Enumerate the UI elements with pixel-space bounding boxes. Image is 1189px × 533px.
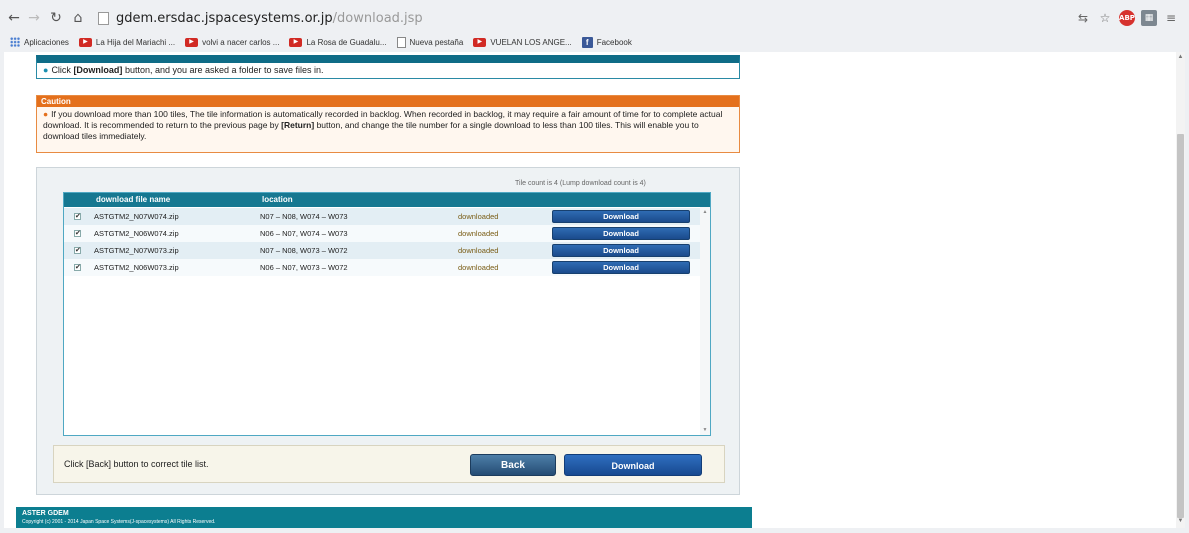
action-bar: Click [Back] button to correct tile list… [53, 445, 725, 483]
bookmark-apps[interactable]: Aplicaciones [10, 37, 69, 47]
bookmark-1[interactable]: ▶ La Hija del Mariachi ... [78, 37, 175, 47]
download-instructions: ● Click [Download] button, and you are as… [36, 55, 740, 79]
caution-text: ● If you download more than 100 tiles, Th… [43, 109, 723, 141]
table-row: ✔ ASTGTM2_N06W074.zip N06 – N07, W074 – … [64, 225, 700, 242]
header-file-name: download file name [96, 195, 171, 204]
row-checkbox[interactable]: ✔ [74, 213, 81, 220]
bookmark-4[interactable]: Nueva pestaña [396, 36, 463, 48]
file-name: ASTGTM2_N06W073.zip [94, 263, 179, 272]
page-scrollbar[interactable]: ▲ ▼ [1176, 52, 1185, 528]
file-table: download file name location ✔ ASTGTM2_N0… [63, 192, 711, 436]
youtube-icon: ▶ [185, 37, 199, 47]
page-content: ● Click [Download] button, and you are as… [4, 52, 1176, 528]
file-location: N07 – N08, W073 – W072 [260, 246, 348, 255]
scroll-up-arrow-icon[interactable]: ▲ [700, 209, 710, 215]
caution-box: Caution ● If you download more than 100 t… [36, 95, 740, 153]
file-name: ASTGTM2_N07W074.zip [94, 212, 179, 221]
download-button[interactable]: Download [564, 454, 702, 476]
reload-icon[interactable]: ↻ [48, 9, 64, 27]
youtube-icon: ▶ [289, 37, 303, 47]
back-hint: Click [Back] button to correct tile list… [64, 459, 209, 469]
youtube-icon: ▶ [473, 37, 487, 47]
download-status: downloaded [458, 229, 499, 238]
adblock-icon[interactable]: ABP [1119, 10, 1135, 26]
header-location: location [262, 195, 293, 204]
menu-icon[interactable]: ≡ [1163, 10, 1179, 26]
row-checkbox[interactable]: ✔ [74, 230, 81, 237]
browser-window: ← → ↻ ⌂ gdem.ersdac.jspacesystems.or.jp/… [0, 0, 1189, 533]
scroll-down-arrow-icon[interactable]: ▼ [1176, 518, 1185, 524]
page-footer: ASTER GDEM Copyright (c) 2001 - 2014 Jap… [16, 507, 752, 528]
row-checkbox[interactable]: ✔ [74, 247, 81, 254]
bookmark-facebook[interactable]: f Facebook [581, 36, 632, 48]
bookmark-3[interactable]: ▶ La Rosa de Guadalu... [289, 37, 387, 47]
youtube-icon: ▶ [78, 37, 92, 47]
table-row: ✔ ASTGTM2_N06W073.zip N06 – N07, W073 – … [64, 259, 700, 276]
toolbar-icons: ⇆ ☆ ABP ▦ ≡ [1075, 8, 1179, 28]
table-scrollbar[interactable]: ▲ ▼ [700, 207, 710, 435]
star-icon[interactable]: ☆ [1097, 10, 1113, 26]
bookmark-2[interactable]: ▶ volvi a nacer carlos ... [185, 37, 279, 47]
home-icon[interactable]: ⌂ [70, 9, 86, 27]
url-field[interactable]: gdem.ersdac.jspacesystems.or.jp/download… [116, 11, 423, 26]
file-location: N07 – N08, W074 – W073 [260, 212, 348, 221]
download-status: downloaded [458, 246, 499, 255]
url-path: /download.jsp [332, 11, 423, 26]
page-icon [396, 36, 406, 48]
bookmark-5[interactable]: ▶ VUELAN LOS ANGE... [473, 37, 572, 47]
apps-grid-icon [10, 37, 20, 47]
file-location: N06 – N07, W074 – W073 [260, 229, 348, 238]
scroll-thumb[interactable] [1177, 134, 1184, 518]
file-location: N06 – N07, W073 – W072 [260, 263, 348, 272]
page-icon [98, 12, 109, 25]
download-instruction-text: ● Click [Download] button, and you are as… [43, 65, 324, 75]
download-status: downloaded [458, 263, 499, 272]
row-checkbox[interactable]: ✔ [74, 264, 81, 271]
footer-title: ASTER GDEM [22, 510, 69, 517]
scroll-up-arrow-icon[interactable]: ▲ [1176, 54, 1185, 60]
row-download-button[interactable]: Download [552, 227, 690, 240]
download-panel: Tile count is 4 (Lump download count is … [36, 167, 740, 495]
table-row: ✔ ASTGTM2_N07W073.zip N07 – N08, W073 – … [64, 242, 700, 259]
bookmarks-bar: Aplicaciones ▶ La Hija del Mariachi ... ▶… [10, 34, 632, 50]
url-host: gdem.ersdac.jspacesystems.or.jp [116, 11, 333, 26]
address-bar-row: ← → ↻ ⌂ gdem.ersdac.jspacesystems.or.jp/… [6, 8, 1183, 30]
row-download-button[interactable]: Download [552, 244, 690, 257]
row-download-button[interactable]: Download [552, 261, 690, 274]
footer-copyright: Copyright (c) 2001 - 2014 Japan Space Sy… [22, 519, 216, 525]
tile-count: Tile count is 4 (Lump download count is … [515, 180, 646, 187]
caution-title: Caution [37, 96, 739, 107]
file-name: ASTGTM2_N07W073.zip [94, 246, 179, 255]
row-download-button[interactable]: Download [552, 210, 690, 223]
back-arrow-icon[interactable]: ← [6, 9, 22, 27]
table-row: ✔ ASTGTM2_N07W074.zip N07 – N08, W074 – … [64, 208, 700, 225]
table-header: download file name location [64, 193, 710, 207]
file-name: ASTGTM2_N06W074.zip [94, 229, 179, 238]
scroll-down-arrow-icon[interactable]: ▼ [700, 427, 710, 433]
translate-icon[interactable]: ⇆ [1075, 10, 1091, 26]
back-button[interactable]: Back [470, 454, 556, 476]
extension-icon[interactable]: ▦ [1141, 10, 1157, 26]
forward-arrow-icon[interactable]: → [26, 9, 42, 27]
facebook-icon: f [581, 36, 593, 48]
download-status: downloaded [458, 212, 499, 221]
